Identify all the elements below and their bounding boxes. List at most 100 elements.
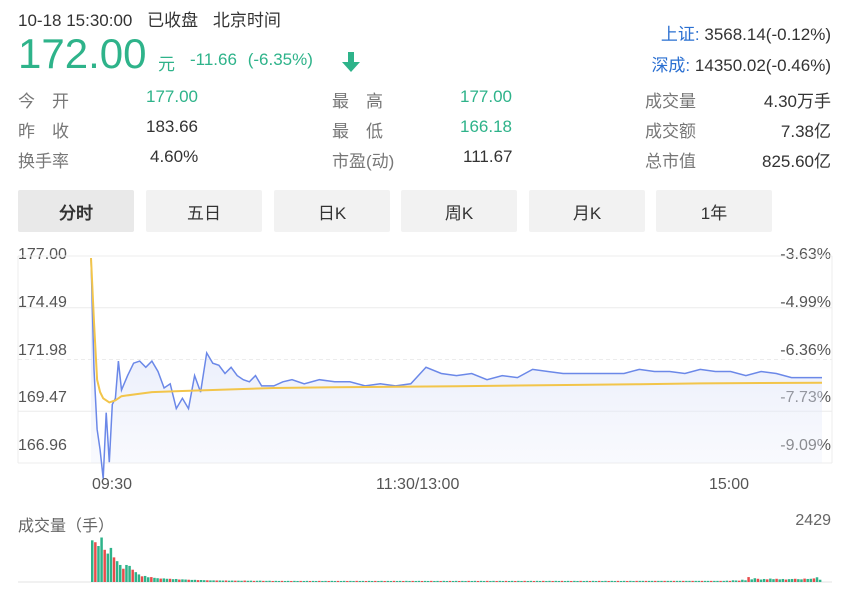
volume-bar <box>722 580 725 582</box>
volume-bar <box>134 572 138 582</box>
volume-bar <box>542 580 545 582</box>
volume-bar <box>710 580 713 582</box>
volume-bar <box>489 580 492 582</box>
volume-bar <box>187 579 190 582</box>
volume-bar <box>532 580 536 582</box>
volume-bar <box>504 580 508 582</box>
volume-bar <box>255 580 259 582</box>
volume-bar <box>594 580 598 582</box>
volume-bar <box>741 579 744 582</box>
volume-bar <box>377 580 380 582</box>
volume-bar <box>355 580 358 582</box>
volume-bar <box>654 580 657 582</box>
volume-bar <box>193 579 197 582</box>
volume-bar <box>734 580 738 582</box>
volume-bar <box>262 580 265 582</box>
volume-bar <box>286 580 290 582</box>
volume-bar <box>731 580 735 582</box>
volume-bar <box>601 580 604 582</box>
volume-bar <box>451 580 455 582</box>
volume-bar <box>430 580 433 582</box>
volume-bar <box>566 580 570 582</box>
volume-bar <box>140 576 144 582</box>
volume-bar <box>794 578 797 582</box>
volume-bar <box>137 574 141 582</box>
volume-bar <box>766 579 769 582</box>
volume-bar <box>523 580 526 582</box>
volume-bar <box>753 578 757 582</box>
volume-bar <box>349 580 352 582</box>
volume-bar <box>249 580 253 582</box>
intraday-chart[interactable] <box>0 0 851 590</box>
volume-bar <box>252 580 256 582</box>
volume-bar <box>143 575 147 582</box>
volume-bar <box>486 580 489 582</box>
volume-bar <box>196 580 200 582</box>
volume-bar <box>94 542 97 582</box>
volume-bar <box>417 580 421 582</box>
x-tick: 15:00 <box>709 476 750 493</box>
volume-bar <box>669 580 673 582</box>
volume-bar <box>227 580 231 582</box>
volume-bar <box>212 580 215 582</box>
volume-bar <box>470 580 473 582</box>
volume-bar <box>632 580 635 582</box>
volume-bar <box>436 580 439 582</box>
volume-bar <box>374 580 377 582</box>
volume-bar <box>237 580 240 582</box>
volume-bar <box>125 564 128 582</box>
volume-bar <box>146 577 150 582</box>
x-tick: 09:30 <box>92 476 133 493</box>
volume-bar <box>168 578 172 582</box>
volume-bar <box>386 580 389 582</box>
volume-bar <box>719 580 722 582</box>
volume-bar <box>563 580 567 582</box>
volume-bar <box>296 580 299 582</box>
volume-bar <box>224 580 228 582</box>
volume-bar <box>458 580 461 582</box>
volume-bar <box>398 580 402 582</box>
volume-bar <box>647 580 651 582</box>
volume-bar <box>818 579 822 582</box>
volume-bar <box>660 580 663 582</box>
volume-bar <box>769 578 772 582</box>
price-area <box>91 258 822 479</box>
volume-bar <box>610 580 613 582</box>
volume-bar <box>414 580 417 582</box>
volume-bar <box>240 580 243 582</box>
volume-bar <box>688 580 691 582</box>
volume-bar <box>299 580 302 582</box>
volume-bar <box>370 580 374 582</box>
volume-bar <box>258 580 262 582</box>
volume-bar <box>277 580 281 582</box>
volume-bar <box>604 580 607 582</box>
volume-bar <box>389 580 393 582</box>
volume-bar <box>318 580 321 582</box>
volume-bar <box>728 580 732 582</box>
volume-bar <box>206 580 209 582</box>
volume-bar <box>613 580 617 582</box>
volume-bar <box>501 580 505 582</box>
volume-bar <box>585 580 589 582</box>
volume-bar <box>588 580 592 582</box>
volume-bar <box>336 580 340 582</box>
volume-bar <box>234 580 237 582</box>
volume-bar <box>529 580 533 582</box>
volume-bar <box>772 579 775 582</box>
volume-bar <box>812 578 816 582</box>
volume-bar <box>128 565 131 582</box>
volume-bar <box>781 578 785 582</box>
volume-bar <box>361 580 365 582</box>
volume-bar <box>153 577 156 582</box>
volume-bar <box>150 577 153 582</box>
volume-bar <box>221 580 225 582</box>
volume-bar <box>666 580 669 582</box>
volume-bar <box>367 580 371 582</box>
volume-bar <box>433 580 436 582</box>
volume-bar <box>174 578 178 582</box>
volume-bar <box>809 578 813 582</box>
volume-bar <box>635 580 638 582</box>
volume-bar <box>738 580 741 582</box>
volume-bar <box>178 579 181 582</box>
volume-bar <box>787 579 791 582</box>
